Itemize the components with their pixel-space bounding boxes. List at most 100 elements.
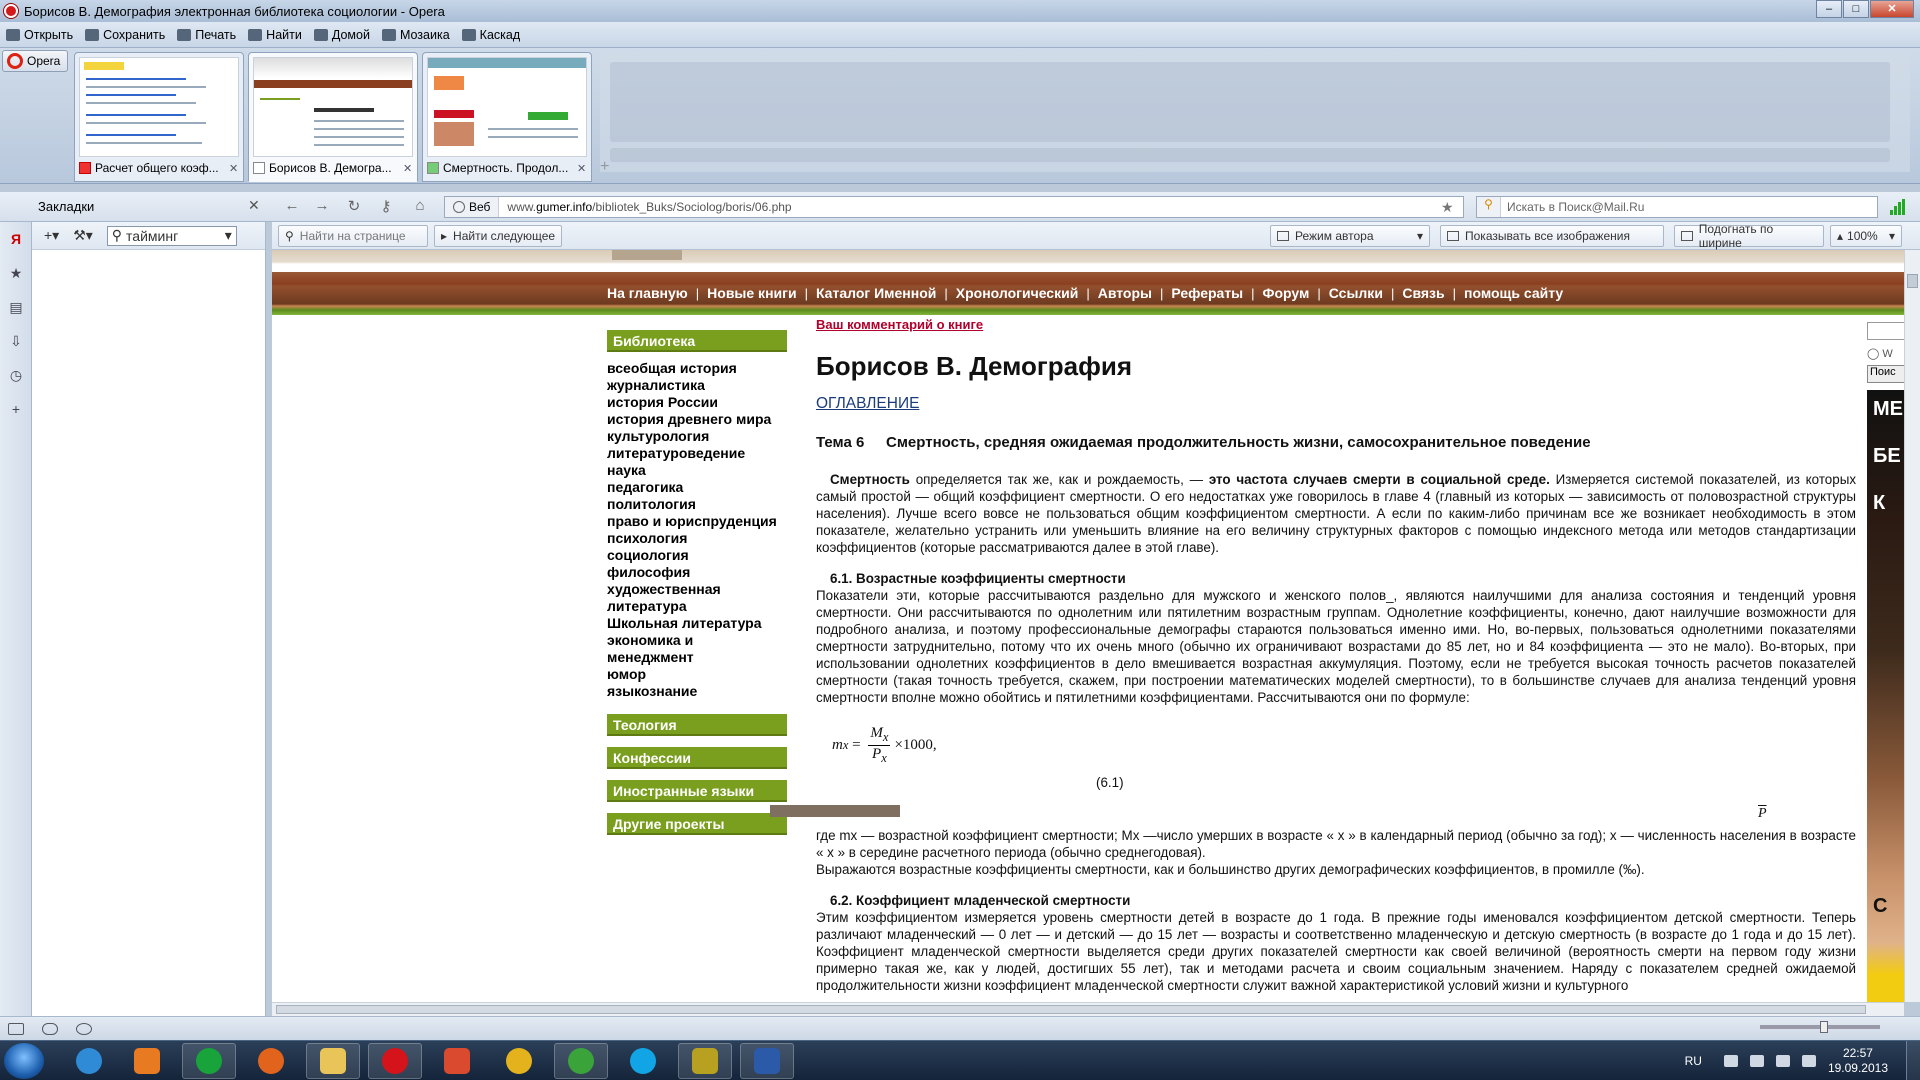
section-languages[interactable]: Иностранные языки: [607, 780, 787, 802]
media-player-taskbar-icon[interactable]: [120, 1043, 174, 1079]
library-item[interactable]: юмор: [607, 666, 787, 683]
bookmarks-panel-title[interactable]: Закладки: [38, 199, 94, 214]
library-item[interactable]: философия: [607, 564, 787, 581]
nav-help-site[interactable]: помощь сайту: [1464, 285, 1563, 301]
close-tab-icon[interactable]: ✕: [577, 162, 589, 175]
close-panel-icon[interactable]: ✕: [248, 197, 260, 214]
show-images-button[interactable]: Показывать все изображения: [1440, 225, 1664, 247]
key-icon[interactable]: ⚷: [376, 197, 396, 217]
section-other-projects[interactable]: Другие проекты: [607, 813, 787, 835]
notes-icon[interactable]: ▤: [0, 290, 32, 324]
find-button[interactable]: Найти: [248, 28, 302, 42]
home-icon[interactable]: ⌂: [410, 197, 430, 217]
author-mode-select[interactable]: Режим автора ▾: [1270, 225, 1430, 247]
hscroll-thumb[interactable]: [276, 1005, 1866, 1014]
yandex-panel-icon[interactable]: Я: [0, 222, 32, 256]
library-item[interactable]: литературоведение: [607, 445, 787, 462]
firefox-taskbar-icon[interactable]: [244, 1043, 298, 1079]
library-item[interactable]: наука: [607, 462, 787, 479]
comment-link[interactable]: Ваш комментарий о книге: [816, 316, 1856, 333]
downloads-icon[interactable]: ⇩: [0, 324, 32, 358]
nav-links[interactable]: Ссылки: [1329, 285, 1383, 301]
opera-taskbar-icon[interactable]: [368, 1043, 422, 1079]
clock[interactable]: 22:57 19.09.2013: [1828, 1046, 1888, 1076]
print-button[interactable]: Печать: [177, 28, 236, 42]
section-confessions[interactable]: Конфессии: [607, 747, 787, 769]
library-item[interactable]: журналистика: [607, 377, 787, 394]
panel-toggle-icon[interactable]: [8, 1022, 24, 1035]
library-item[interactable]: всеобщая история: [607, 360, 787, 377]
save-button[interactable]: Сохранить: [85, 28, 165, 42]
vertical-scrollbar[interactable]: [1904, 250, 1920, 1002]
ie-taskbar-icon[interactable]: [62, 1043, 116, 1079]
wrench-icon[interactable]: ⚒▾: [73, 227, 93, 244]
flag-icon[interactable]: [1749, 1055, 1764, 1067]
cascade-button[interactable]: Каскад: [461, 28, 520, 42]
nav-catalog-names[interactable]: Каталог Именной: [816, 285, 936, 301]
bookmarks-search-input[interactable]: ⚲ тайминг ▾: [106, 225, 237, 246]
bookmarks-icon[interactable]: ★: [0, 256, 32, 290]
nav-home[interactable]: На главную: [607, 285, 688, 301]
bookmark-star-icon[interactable]: ★: [1441, 199, 1463, 216]
minimize-button[interactable]: –: [1816, 0, 1842, 18]
explorer-taskbar-icon[interactable]: [306, 1043, 360, 1079]
tab-2[interactable]: Борисов В. Демогра... ✕: [248, 52, 418, 182]
zoom-select[interactable]: ▴ 100% ▾: [1830, 225, 1902, 247]
close-tab-icon[interactable]: ✕: [403, 162, 415, 175]
close-tab-icon[interactable]: ✕: [229, 162, 241, 175]
maximize-button[interactable]: □: [1843, 0, 1869, 18]
find-next-button[interactable]: ▸ Найти следующее: [434, 225, 563, 247]
library-heading[interactable]: Библиотека: [607, 330, 787, 352]
cloud-icon[interactable]: [42, 1022, 58, 1035]
tray-arrow-icon[interactable]: [1723, 1055, 1738, 1067]
search-radio[interactable]: ◯ W: [1867, 347, 1893, 360]
close-window-button[interactable]: ✕: [1870, 0, 1914, 18]
toc-link[interactable]: ОГЛАВЛЕНИЕ: [816, 395, 1856, 412]
mail-agent-taskbar-icon[interactable]: [182, 1043, 236, 1079]
open-button[interactable]: Открыть: [6, 28, 73, 42]
nav-forum[interactable]: Форум: [1263, 285, 1310, 301]
library-item[interactable]: литература: [607, 598, 787, 615]
fit-width-button[interactable]: Подогнать по ширине: [1674, 222, 1824, 250]
site-search-button[interactable]: Поис: [1867, 365, 1904, 383]
word-taskbar-icon[interactable]: [740, 1043, 794, 1079]
winamp-taskbar-icon[interactable]: [678, 1043, 732, 1079]
library-item[interactable]: психология: [607, 530, 787, 547]
nav-authors[interactable]: Авторы: [1098, 285, 1152, 301]
home-button[interactable]: Домой: [313, 28, 370, 42]
search-field[interactable]: ⚲ Искать в Поиск@Mail.Ru: [1476, 196, 1878, 218]
tab-3[interactable]: Смертность. Продол... ✕: [422, 52, 592, 182]
library-item[interactable]: история России: [607, 394, 787, 411]
library-item[interactable]: экономика и: [607, 632, 787, 649]
tab-1[interactable]: Расчет общего коэф... ✕: [74, 52, 244, 182]
opera-menu-button[interactable]: Opera: [2, 50, 68, 72]
nav-essays[interactable]: Рефераты: [1171, 285, 1243, 301]
back-icon[interactable]: ←: [282, 197, 302, 217]
scroll-thumb[interactable]: [1907, 274, 1918, 288]
library-item[interactable]: менеджмент: [607, 649, 787, 666]
language-indicator[interactable]: RU: [1685, 1054, 1702, 1068]
add-panel-icon[interactable]: +: [0, 392, 32, 426]
start-button[interactable]: [4, 1043, 44, 1079]
search-engine-icon[interactable]: ⚲: [1477, 197, 1501, 217]
forward-icon[interactable]: →: [312, 197, 332, 217]
library-item[interactable]: политология: [607, 496, 787, 513]
volume-icon[interactable]: [1801, 1055, 1816, 1067]
library-item[interactable]: художественная: [607, 581, 787, 598]
address-bar[interactable]: Веб www.gumer.info/bibliotek_Buks/Sociol…: [444, 196, 1464, 218]
nav-new-books[interactable]: Новые книги: [707, 285, 796, 301]
history-icon[interactable]: ◷: [0, 358, 32, 392]
app-taskbar-icon[interactable]: [430, 1043, 484, 1079]
zoom-slider[interactable]: [1760, 1021, 1880, 1033]
utorrent-taskbar-icon[interactable]: [554, 1043, 608, 1079]
turbo-icon[interactable]: [76, 1022, 92, 1035]
library-item[interactable]: социология: [607, 547, 787, 564]
reload-icon[interactable]: ↻: [344, 197, 364, 217]
section-theology[interactable]: Теология: [607, 714, 787, 736]
library-item[interactable]: история древнего мира: [607, 411, 787, 428]
chevron-down-icon[interactable]: ▾: [225, 227, 232, 244]
skype-taskbar-icon[interactable]: [616, 1043, 670, 1079]
chrome-taskbar-icon[interactable]: [492, 1043, 546, 1079]
nav-contact[interactable]: Связь: [1402, 285, 1444, 301]
ad-banner[interactable]: МЕ БЕ К С: [1867, 390, 1904, 1002]
